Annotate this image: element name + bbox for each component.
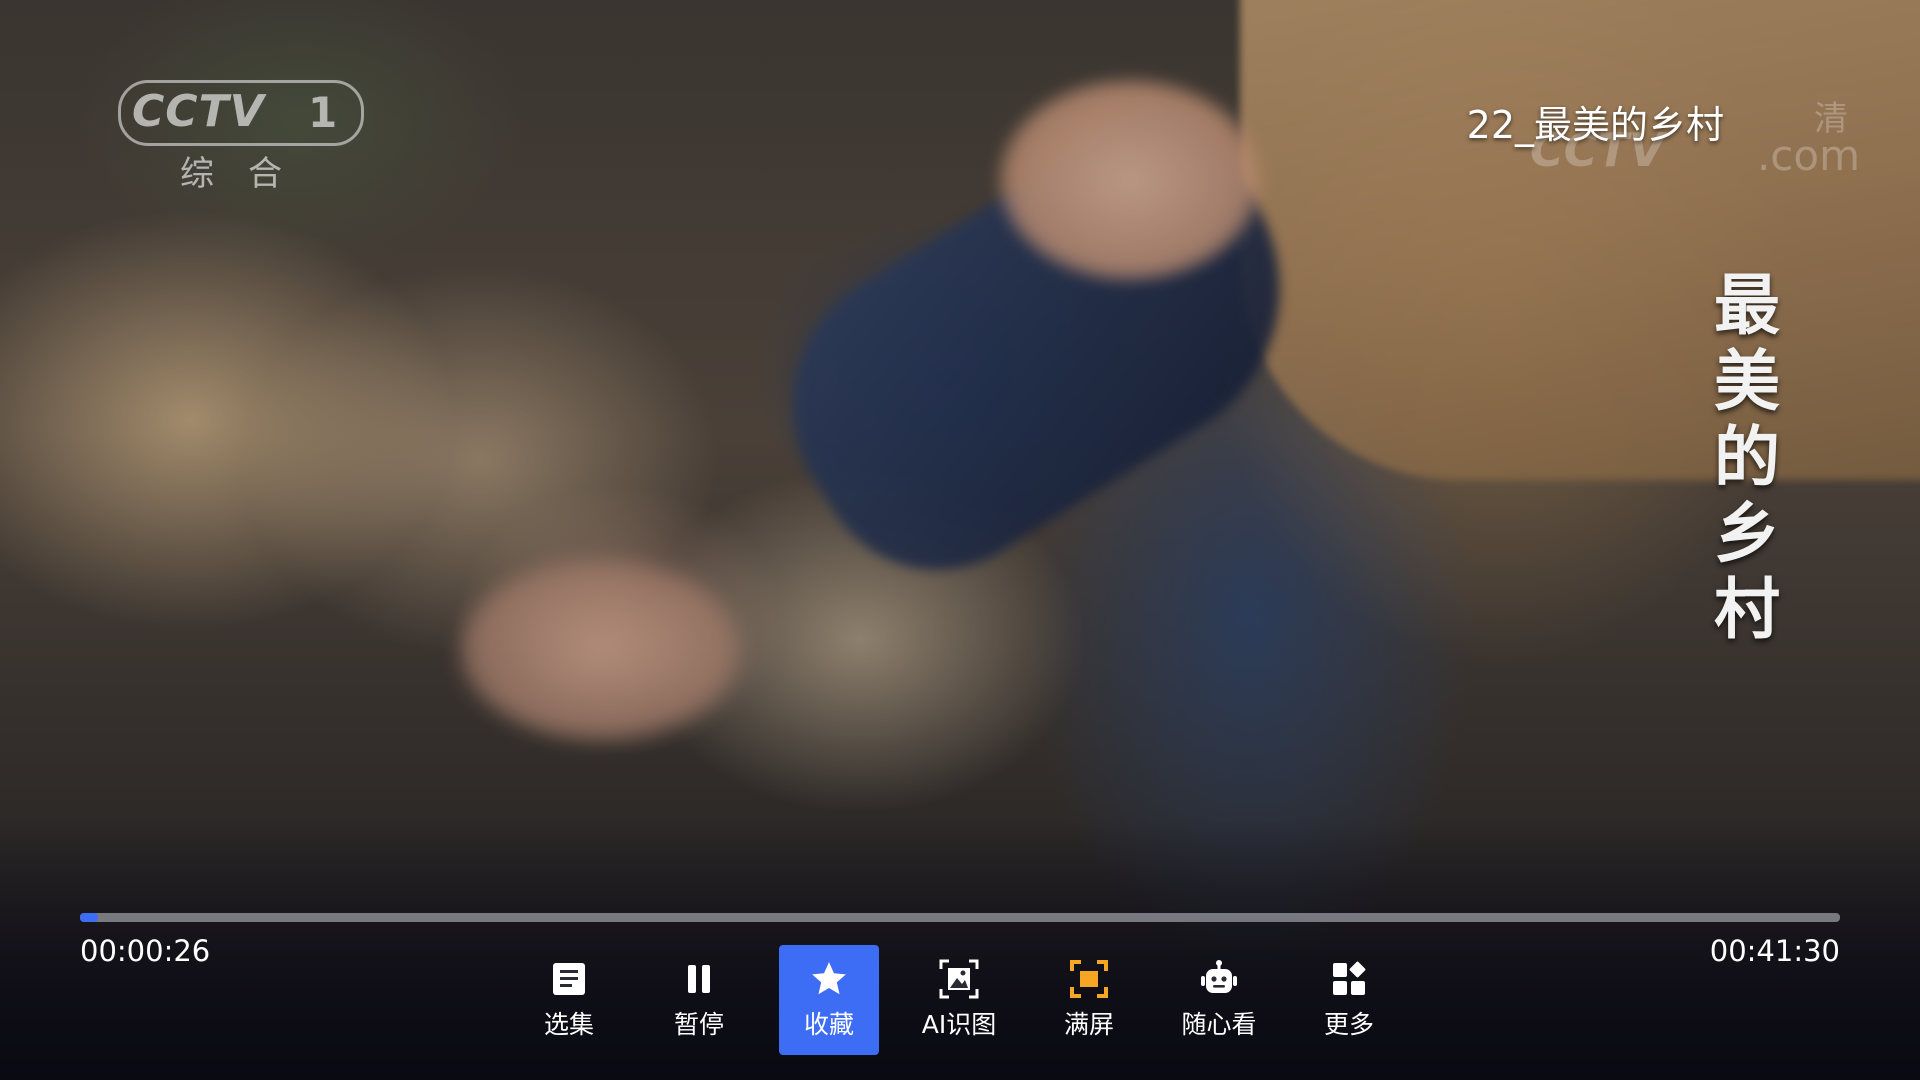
list-icon — [549, 959, 589, 999]
channel-logo: CCTV 1 综合 — [118, 80, 368, 194]
star-icon — [809, 959, 849, 999]
more-label: 更多 — [1323, 1010, 1374, 1039]
image-scan-icon — [939, 959, 979, 999]
video-player[interactable]: CCTV 1 综合 清 CCTV .com 22_最美的乡村 最美的乡村 00:… — [0, 0, 1920, 1080]
more-button[interactable]: 更多 — [1299, 945, 1399, 1055]
current-time: 00:00:26 — [80, 934, 211, 968]
fullscreen-button[interactable]: 满屏 — [1039, 945, 1139, 1055]
watermark-domain: .com — [1756, 131, 1860, 180]
progress-bar[interactable] — [80, 913, 1840, 922]
episodes-label: 选集 — [543, 1010, 594, 1039]
pause-icon — [679, 959, 719, 999]
video-frame-hand — [1000, 80, 1260, 280]
channel-subtitle: 综合 — [180, 154, 316, 194]
pause-label: 暂停 — [673, 1010, 724, 1039]
grid-icon — [1329, 959, 1369, 999]
progress-fill — [80, 913, 99, 922]
channel-logo-text: CCTV — [132, 86, 265, 137]
video-frame-coat — [1240, 0, 1920, 480]
fullscreen-icon — [1069, 959, 1109, 999]
ai-recognize-button[interactable]: AI识图 — [909, 945, 1009, 1055]
pause-button[interactable]: 暂停 — [649, 945, 749, 1055]
random-watch-button[interactable]: 随心看 — [1169, 945, 1269, 1055]
ai-recognize-label: AI识图 — [921, 1010, 997, 1039]
control-bar: 选集 暂停 收藏 AI识图 满屏 随心看 更多 — [519, 945, 1399, 1055]
episode-title: 22_最美的乡村 — [1466, 103, 1724, 147]
favorite-label: 收藏 — [803, 1010, 854, 1039]
random-watch-label: 随心看 — [1181, 1010, 1257, 1039]
video-frame-hand-lower — [460, 560, 740, 740]
episodes-button[interactable]: 选集 — [519, 945, 619, 1055]
favorite-button[interactable]: 收藏 — [779, 945, 879, 1055]
channel-number: 1 — [308, 88, 338, 137]
total-time: 00:41:30 — [1709, 934, 1840, 968]
robot-icon — [1199, 959, 1239, 999]
video-caption: 最美的乡村 — [1703, 270, 1781, 650]
fullscreen-label: 满屏 — [1063, 1010, 1114, 1039]
